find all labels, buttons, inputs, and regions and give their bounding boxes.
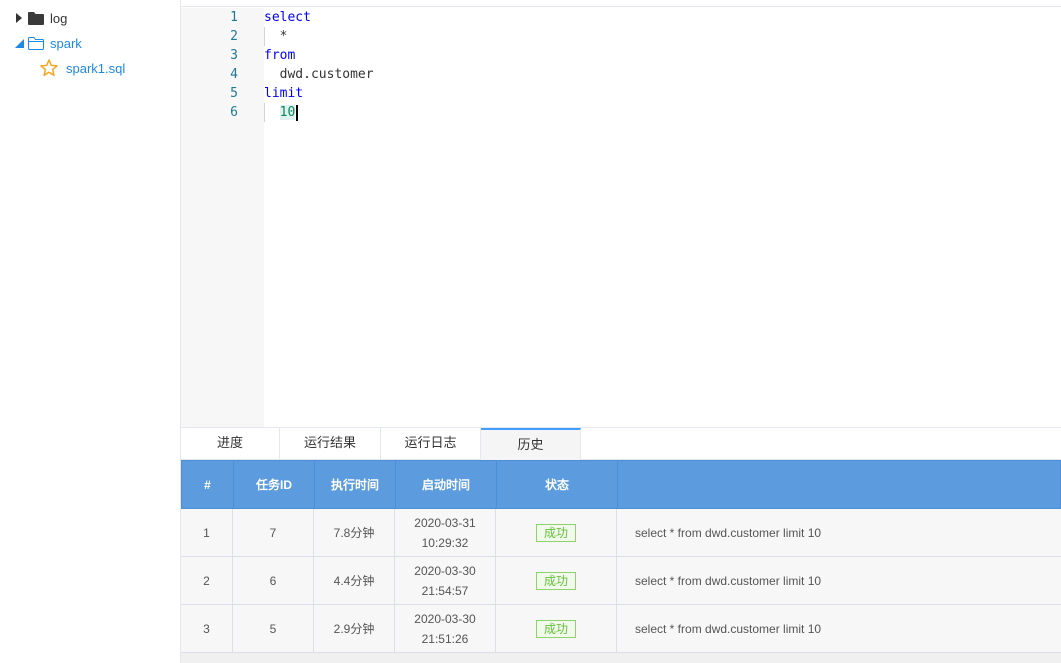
table-row[interactable]: 2 6 4.4分钟 2020-03-30 21:54:57 成功 select *…: [181, 557, 1061, 605]
horizontal-scrollbar[interactable]: [181, 653, 1061, 663]
cell-start-time: 2020-03-30 21:54:57: [395, 557, 496, 604]
column-header-index[interactable]: #: [182, 461, 234, 509]
history-table: # 任务ID 执行时间 启动时间 状态 1 7 7.8分钟 2020-03-31…: [181, 460, 1061, 663]
start-date: 2020-03-31: [414, 515, 476, 530]
code-line[interactable]: from: [264, 46, 374, 65]
keyword-limit: limit: [264, 86, 304, 101]
code-line[interactable]: *: [264, 27, 374, 46]
code-line[interactable]: 10: [264, 103, 374, 122]
cell-duration: 7.8分钟: [314, 509, 395, 556]
indent-guide: [264, 103, 265, 122]
number-literal: 10: [279, 105, 296, 120]
start-date: 2020-03-30: [414, 611, 476, 626]
code-token: dwd.customer: [264, 67, 374, 82]
tree-item-spark1-sql[interactable]: spark1.sql: [40, 57, 125, 79]
code-line[interactable]: dwd.customer: [264, 65, 374, 84]
cell-task-id: 6: [233, 557, 314, 604]
cell-start-time: 2020-03-30 21:51:26: [395, 605, 496, 652]
table-row[interactable]: 3 5 2.9分钟 2020-03-30 21:51:26 成功 select *…: [181, 605, 1061, 653]
tab-run-result[interactable]: 运行结果: [280, 428, 381, 460]
cell-start-time: 2020-03-31 10:29:32: [395, 509, 496, 556]
indent-guide: [264, 27, 265, 46]
tab-run-log[interactable]: 运行日志: [381, 428, 481, 460]
cell-duration: 2.9分钟: [314, 605, 395, 652]
cell-status: 成功: [496, 509, 617, 556]
cell-sql: select * from dwd.customer limit 10: [635, 621, 822, 636]
line-number: 2: [230, 29, 238, 44]
start-date: 2020-03-30: [414, 563, 476, 578]
table-row[interactable]: 1 7 7.8分钟 2020-03-31 10:29:32 成功 select *…: [181, 509, 1061, 557]
tab-progress[interactable]: 进度: [181, 428, 280, 460]
table-header: # 任务ID 执行时间 启动时间 状态: [181, 460, 1061, 509]
tree-item-label: spark: [50, 35, 82, 51]
cell-task-id: 5: [233, 605, 314, 652]
keyword-select: select: [264, 10, 311, 25]
caret-down-icon[interactable]: [14, 38, 24, 48]
start-clock: 21:54:57: [421, 583, 469, 598]
cell-index: 1: [181, 509, 233, 556]
status-badge: 成功: [535, 619, 576, 638]
folder-outline-icon: [28, 36, 44, 50]
code-token: *: [264, 29, 288, 44]
cell-sql: select * from dwd.customer limit 10: [635, 525, 822, 540]
cell-index: 2: [181, 557, 233, 604]
code-line[interactable]: select: [264, 8, 374, 27]
sql-editor[interactable]: 1 2 3 4 5 6 select * from dwd.customer l…: [181, 0, 1061, 427]
line-number: 4: [230, 67, 238, 82]
line-number: 6: [230, 105, 238, 120]
status-badge: 成功: [535, 571, 576, 590]
column-header-duration[interactable]: 执行时间: [315, 461, 396, 509]
cell-duration: 4.4分钟: [314, 557, 395, 604]
tree-item-label: log: [50, 10, 68, 26]
line-number: 1: [230, 10, 238, 25]
column-header-sql: [618, 461, 1061, 509]
cell-sql: select * from dwd.customer limit 10: [635, 573, 822, 588]
result-tabs: 进度 运行结果 运行日志 历史: [181, 427, 1061, 460]
tree-item-label: spark1.sql: [66, 60, 126, 76]
column-header-task-id[interactable]: 任务ID: [234, 461, 315, 509]
keyword-from: from: [264, 48, 296, 63]
code-area[interactable]: select * from dwd.customer limit 10: [264, 8, 374, 122]
tab-history[interactable]: 历史: [481, 428, 581, 460]
code-line[interactable]: limit: [264, 84, 374, 103]
line-number: 5: [230, 86, 238, 101]
folder-filled-icon: [28, 11, 44, 25]
status-badge: 成功: [535, 523, 576, 542]
cell-status: 成功: [496, 557, 617, 604]
column-header-start-time[interactable]: 启动时间: [396, 461, 497, 509]
cell-index: 3: [181, 605, 233, 652]
tree-item-spark[interactable]: spark: [14, 32, 82, 54]
cell-status: 成功: [496, 605, 617, 652]
editor-top-border: [181, 0, 1061, 7]
cell-task-id: 7: [233, 509, 314, 556]
start-clock: 10:29:32: [421, 535, 469, 550]
line-numbers: 1 2 3 4 5 6: [181, 8, 238, 122]
star-icon: [40, 59, 58, 77]
file-tree-sidebar: log spark spark1.sql: [0, 0, 181, 663]
caret-right-icon[interactable]: [14, 13, 24, 23]
text-cursor: [296, 104, 299, 121]
tree-item-log[interactable]: log: [14, 7, 67, 29]
line-number: 3: [230, 48, 238, 63]
start-clock: 21:51:26: [421, 631, 469, 646]
column-header-status[interactable]: 状态: [497, 461, 618, 509]
